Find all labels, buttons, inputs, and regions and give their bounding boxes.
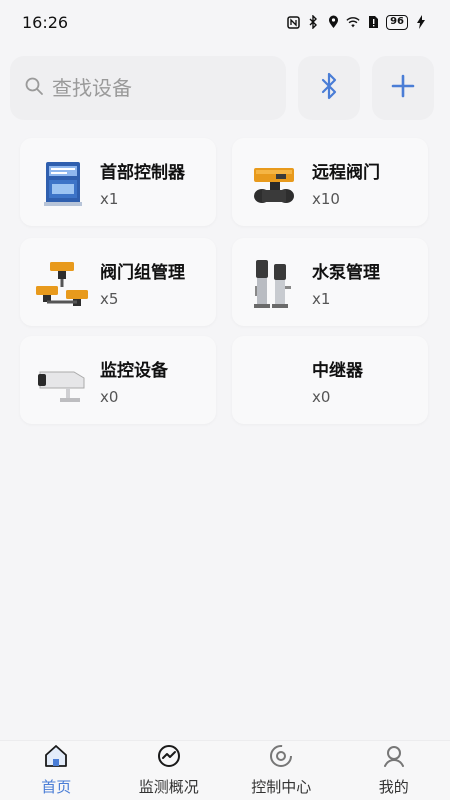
charging-icon <box>414 15 428 29</box>
add-device-button[interactable] <box>372 56 434 120</box>
plus-icon <box>391 74 415 102</box>
device-name: 监控设备 <box>100 361 168 381</box>
pump-icon <box>246 256 302 312</box>
device-name: 首部控制器 <box>100 163 185 183</box>
device-card-valve-group[interactable]: 阀门组管理 x5 <box>20 238 216 326</box>
bluetooth-button[interactable] <box>298 56 360 120</box>
device-name: 水泵管理 <box>312 263 380 283</box>
device-name: 阀门组管理 <box>100 263 185 283</box>
control-icon <box>269 744 293 772</box>
device-card-head-controller[interactable]: 首部控制器 x1 <box>20 138 216 226</box>
nav-label: 我的 <box>378 778 409 796</box>
nav-label: 首页 <box>41 778 72 796</box>
device-count: x1 <box>312 290 331 308</box>
device-count: x10 <box>312 190 340 208</box>
status-icons: 96 <box>286 14 428 30</box>
status-bar: 16:26 96 <box>0 0 450 44</box>
device-card-pump[interactable]: 水泵管理 x1 <box>232 238 428 326</box>
wifi-icon <box>346 15 360 29</box>
device-count: x5 <box>100 290 119 308</box>
nfc-icon <box>286 15 300 29</box>
bottom-nav: 首页 监测概况 控制中心 我的 <box>0 740 450 800</box>
device-count: x0 <box>312 388 331 406</box>
search-icon <box>24 76 44 100</box>
device-name: 远程阀门 <box>312 163 380 183</box>
battery-icon: 96 <box>386 14 408 30</box>
camera-icon <box>34 354 90 410</box>
device-card-repeater[interactable]: 中继器 x0 <box>232 336 428 424</box>
nav-item-home[interactable]: 首页 <box>0 741 113 800</box>
repeater-icon <box>246 354 302 410</box>
sim-alert-icon <box>366 15 380 29</box>
profile-icon <box>382 744 406 772</box>
valve-group-icon <box>34 256 90 312</box>
nav-item-profile[interactable]: 我的 <box>338 741 450 800</box>
device-card-camera[interactable]: 监控设备 x0 <box>20 336 216 424</box>
device-name: 中继器 <box>312 361 363 381</box>
monitor-icon <box>157 744 181 772</box>
controller-box-icon <box>34 156 90 212</box>
device-card-remote-valve[interactable]: 远程阀门 x10 <box>232 138 428 226</box>
nav-label: 监测概况 <box>138 778 199 796</box>
bluetooth-icon <box>306 15 320 29</box>
location-icon <box>326 15 340 29</box>
valve-icon <box>246 156 302 212</box>
search-row <box>10 56 440 120</box>
device-count: x0 <box>100 388 119 406</box>
nav-item-control[interactable]: 控制中心 <box>225 741 338 800</box>
bluetooth-icon <box>320 72 338 104</box>
nav-item-monitor[interactable]: 监测概况 <box>113 741 226 800</box>
status-time: 16:26 <box>22 12 69 32</box>
search-box[interactable] <box>10 56 286 120</box>
search-input[interactable] <box>52 76 252 100</box>
nav-label: 控制中心 <box>251 778 312 796</box>
home-icon <box>43 744 69 772</box>
device-count: x1 <box>100 190 119 208</box>
